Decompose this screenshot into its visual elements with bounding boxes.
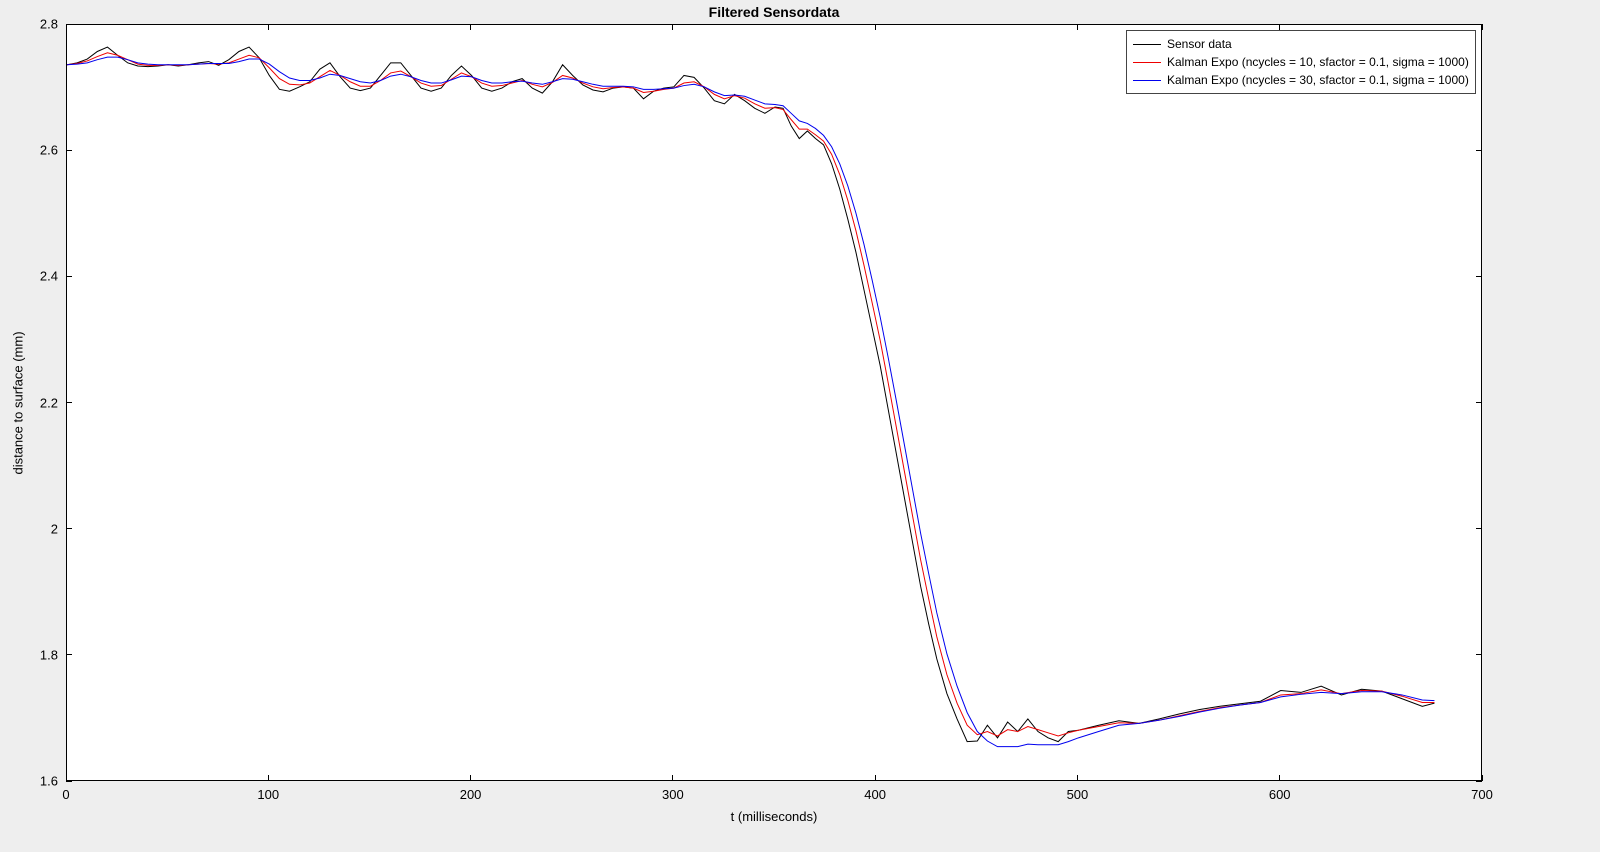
x-tick: [1077, 775, 1078, 781]
y-tick-label: 2: [51, 521, 58, 536]
series-2: [67, 57, 1434, 747]
y-tick: [1476, 781, 1482, 782]
y-tick: [66, 150, 72, 151]
x-tick: [470, 24, 471, 30]
series-canvas: [67, 25, 1483, 782]
y-tick-label: 1.8: [40, 647, 58, 662]
legend-label: Kalman Expo (ncycles = 30, sfactor = 0.1…: [1167, 71, 1469, 89]
x-tick-label: 400: [864, 787, 886, 802]
x-tick: [1482, 24, 1483, 30]
y-tick: [1476, 24, 1482, 25]
figure-window: Filtered Sensordata t (milliseconds) dis…: [0, 0, 1600, 852]
x-tick: [66, 24, 67, 30]
legend-row: Kalman Expo (ncycles = 30, sfactor = 0.1…: [1133, 71, 1469, 89]
legend-row: Sensor data: [1133, 35, 1469, 53]
legend-swatch: [1133, 44, 1161, 45]
y-tick: [66, 402, 72, 403]
series-0: [67, 47, 1434, 742]
legend-swatch: [1133, 80, 1161, 81]
y-tick: [66, 654, 72, 655]
y-tick: [66, 528, 72, 529]
x-tick: [268, 775, 269, 781]
x-tick: [875, 775, 876, 781]
y-axis-label: distance to surface (mm): [11, 331, 26, 474]
y-tick: [1476, 276, 1482, 277]
x-tick-label: 200: [460, 787, 482, 802]
x-tick: [672, 24, 673, 30]
x-tick-label: 600: [1269, 787, 1291, 802]
x-tick-label: 700: [1471, 787, 1493, 802]
legend: Sensor dataKalman Expo (ncycles = 10, sf…: [1126, 30, 1476, 94]
x-axis-label: t (milliseconds): [731, 809, 818, 824]
y-tick-label: 2.6: [40, 143, 58, 158]
x-tick-label: 500: [1067, 787, 1089, 802]
y-tick: [1476, 528, 1482, 529]
y-tick: [1476, 654, 1482, 655]
y-tick: [66, 781, 72, 782]
y-tick: [66, 276, 72, 277]
legend-label: Sensor data: [1167, 35, 1232, 53]
y-tick: [1476, 150, 1482, 151]
x-tick: [875, 24, 876, 30]
y-tick: [66, 24, 72, 25]
y-tick-label: 2.4: [40, 269, 58, 284]
legend-swatch: [1133, 62, 1161, 63]
y-tick-label: 2.2: [40, 395, 58, 410]
axes: [66, 24, 1482, 781]
x-tick: [268, 24, 269, 30]
x-tick: [1077, 24, 1078, 30]
x-tick: [470, 775, 471, 781]
x-tick: [1279, 775, 1280, 781]
series-1: [67, 53, 1434, 736]
y-tick-label: 1.6: [40, 774, 58, 789]
x-tick-label: 0: [62, 787, 69, 802]
y-tick-label: 2.8: [40, 17, 58, 32]
x-tick-label: 100: [257, 787, 279, 802]
legend-label: Kalman Expo (ncycles = 10, sfactor = 0.1…: [1167, 53, 1469, 71]
x-tick: [672, 775, 673, 781]
y-tick: [1476, 402, 1482, 403]
x-tick-label: 300: [662, 787, 684, 802]
legend-row: Kalman Expo (ncycles = 10, sfactor = 0.1…: [1133, 53, 1469, 71]
chart-title: Filtered Sensordata: [709, 4, 840, 20]
